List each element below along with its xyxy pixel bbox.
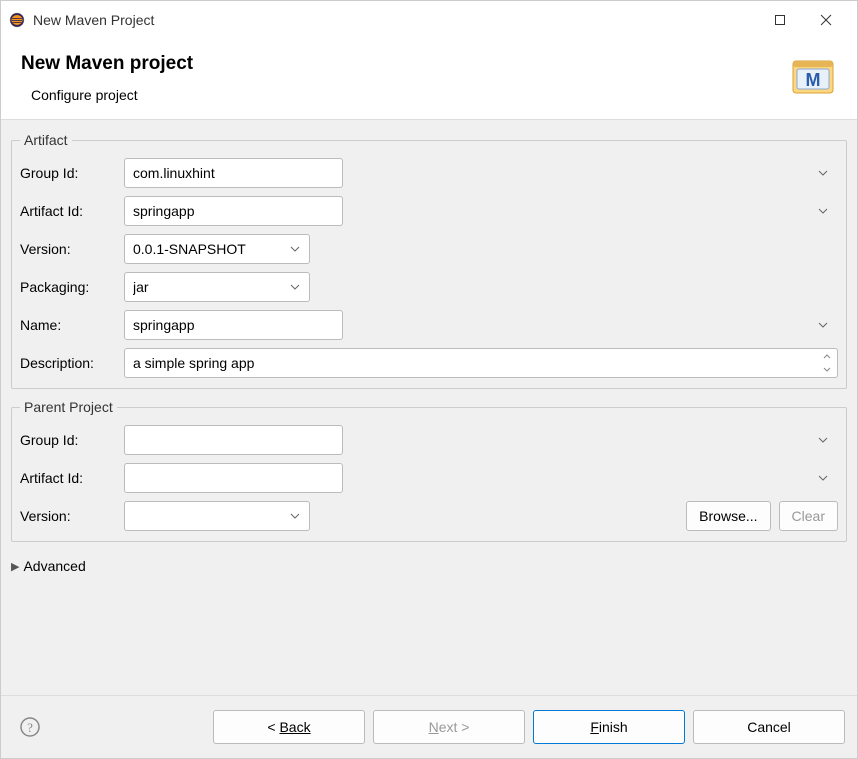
version-row: Version:	[20, 234, 838, 264]
packaging-row: Packaging:	[20, 272, 838, 302]
parent-artifact-id-wrapper	[124, 463, 838, 493]
version-wrapper	[124, 234, 310, 264]
spinner-down-button[interactable]	[819, 364, 835, 375]
parent-legend: Parent Project	[20, 399, 117, 415]
version-label: Version:	[20, 241, 116, 257]
page-title: New Maven project	[21, 53, 193, 75]
artifact-legend: Artifact	[20, 132, 72, 148]
parent-fieldset: Parent Project Group Id: Artifact Id: Ve…	[11, 399, 847, 542]
titlebar-controls	[757, 4, 849, 36]
chevron-down-icon	[818, 208, 828, 214]
group-id-label: Group Id:	[20, 165, 116, 181]
parent-artifact-id-row: Artifact Id:	[20, 463, 838, 493]
cancel-button[interactable]: Cancel	[693, 710, 845, 744]
parent-version-wrapper	[124, 501, 310, 531]
advanced-label: Advanced	[23, 558, 85, 574]
artifact-id-label: Artifact Id:	[20, 203, 116, 219]
maximize-button[interactable]	[757, 4, 803, 36]
artifact-id-row: Artifact Id:	[20, 196, 838, 226]
spinner-controls	[819, 351, 835, 375]
name-row: Name:	[20, 310, 838, 340]
packaging-input[interactable]	[124, 272, 310, 302]
chevron-down-icon	[818, 322, 828, 328]
header-text: New Maven project Configure project	[21, 53, 193, 103]
name-wrapper	[124, 310, 838, 340]
parent-artifact-id-label: Artifact Id:	[20, 470, 116, 486]
spinner-up-button[interactable]	[819, 351, 835, 362]
name-label: Name:	[20, 317, 116, 333]
maven-icon: M	[789, 53, 837, 101]
help-icon[interactable]: ?	[19, 716, 41, 738]
description-label: Description:	[20, 355, 116, 371]
parent-version-label: Version:	[20, 508, 116, 524]
artifact-id-input[interactable]	[124, 196, 343, 226]
back-label: Back	[279, 719, 310, 735]
window-title: New Maven Project	[33, 12, 757, 28]
titlebar: New Maven Project	[1, 1, 857, 39]
eclipse-icon	[9, 12, 25, 28]
page-subtitle: Configure project	[31, 87, 193, 103]
next-button[interactable]: Next >	[373, 710, 525, 744]
group-id-input[interactable]	[124, 158, 343, 188]
description-wrapper	[124, 348, 838, 378]
finish-button[interactable]: Finish	[533, 710, 685, 744]
parent-group-id-wrapper	[124, 425, 838, 455]
close-button[interactable]	[803, 4, 849, 36]
parent-group-id-label: Group Id:	[20, 432, 116, 448]
svg-text:?: ?	[27, 720, 33, 735]
button-bar: ? < Back Next > Finish Cancel	[1, 695, 857, 758]
parent-group-id-row: Group Id:	[20, 425, 838, 455]
wizard-header: New Maven project Configure project M	[1, 39, 857, 120]
chevron-up-icon	[823, 354, 831, 359]
chevron-down-icon	[818, 475, 828, 481]
artifact-fieldset: Artifact Group Id: Artifact Id: Version:	[11, 132, 847, 389]
back-button[interactable]: < Back	[213, 710, 365, 744]
description-input[interactable]	[124, 348, 838, 378]
maximize-icon	[774, 14, 786, 26]
browse-button[interactable]: Browse...	[686, 501, 770, 531]
artifact-id-wrapper	[124, 196, 838, 226]
name-input[interactable]	[124, 310, 343, 340]
expander-arrow-icon: ▶	[11, 560, 19, 573]
group-id-wrapper	[124, 158, 838, 188]
parent-artifact-id-input[interactable]	[124, 463, 343, 493]
close-icon	[820, 14, 832, 26]
version-input[interactable]	[124, 234, 310, 264]
group-id-row: Group Id:	[20, 158, 838, 188]
chevron-down-icon	[823, 367, 831, 372]
wizard-window: New Maven Project New Maven project Conf…	[0, 0, 858, 759]
chevron-down-icon	[818, 170, 828, 176]
clear-button[interactable]: Clear	[779, 501, 838, 531]
content-area: Artifact Group Id: Artifact Id: Version:	[1, 120, 857, 695]
advanced-expander[interactable]: ▶ Advanced	[11, 552, 847, 580]
parent-version-input[interactable]	[124, 501, 310, 531]
parent-version-row: Version: Browse... Clear	[20, 501, 838, 531]
packaging-label: Packaging:	[20, 279, 116, 295]
packaging-wrapper	[124, 272, 310, 302]
description-row: Description:	[20, 348, 838, 378]
chevron-down-icon	[818, 437, 828, 443]
parent-group-id-input[interactable]	[124, 425, 343, 455]
svg-text:M: M	[806, 70, 821, 90]
